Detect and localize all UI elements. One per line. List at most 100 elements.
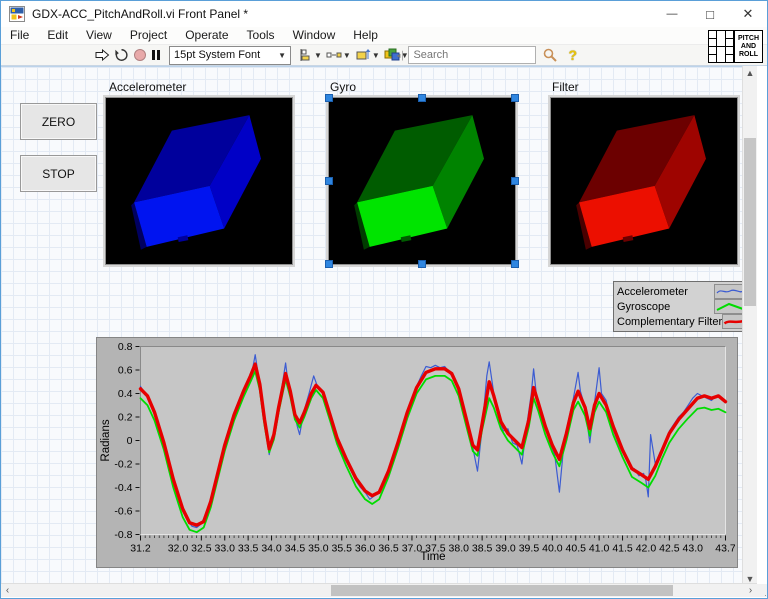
svg-text:0.2: 0.2 — [118, 412, 133, 424]
svg-text:0: 0 — [127, 435, 133, 447]
maximize-button[interactable]: □ — [691, 1, 729, 27]
svg-text:43.7: 43.7 — [715, 543, 735, 555]
selection-handle[interactable] — [418, 260, 426, 268]
gyro-box-label: Gyro — [330, 80, 357, 94]
svg-text:35.0: 35.0 — [308, 543, 329, 555]
selection-handle[interactable] — [325, 260, 333, 268]
minimize-button[interactable]: — — [653, 1, 691, 27]
menu-file[interactable]: File — [1, 27, 38, 44]
scroll-left-icon[interactable]: ‹ — [1, 584, 14, 597]
waveform-chart-plot: 31.2 32.0 32.5 33.0 33.5 34.0 34.5 35.0 35.5 36.0… — [100, 341, 736, 563]
menu-help[interactable]: Help — [344, 27, 387, 44]
svg-text:32.5: 32.5 — [191, 543, 212, 555]
svg-text:36.0: 36.0 — [355, 543, 376, 555]
horizontal-scrollbar-thumb[interactable] — [331, 585, 673, 596]
gyro-3d-picture[interactable] — [325, 94, 519, 268]
run-button[interactable] — [95, 46, 110, 64]
svg-text:40.5: 40.5 — [566, 543, 587, 555]
svg-text:Radians: Radians — [100, 419, 112, 461]
help-icon[interactable]: ? — [568, 47, 577, 63]
filter-3d-box — [576, 115, 706, 250]
selection-handle[interactable] — [325, 94, 333, 102]
accelerometer-box-label: Accelerometer — [109, 80, 187, 94]
svg-text:39.0: 39.0 — [495, 543, 516, 555]
legend-label: Gyroscope — [617, 300, 671, 313]
menu-view[interactable]: View — [77, 27, 121, 44]
search-input[interactable] — [408, 46, 537, 64]
distribute-objects-icon — [326, 52, 342, 58]
svg-text:Time: Time — [420, 551, 445, 563]
svg-text:-0.6: -0.6 — [114, 506, 132, 518]
selection-handle[interactable] — [511, 260, 519, 268]
scrollbar-corner — [757, 584, 767, 597]
selection-handle[interactable] — [418, 94, 426, 102]
accelerometer-3d-picture[interactable] — [105, 97, 293, 265]
resize-objects-button[interactable]: ▼ — [355, 46, 380, 64]
run-icon — [95, 49, 110, 61]
svg-text:-0.8: -0.8 — [114, 529, 132, 541]
menu-tools[interactable]: Tools — [238, 27, 284, 44]
filter-3d-picture[interactable] — [550, 97, 738, 265]
svg-text:0.8: 0.8 — [118, 341, 133, 353]
abort-icon — [134, 49, 146, 61]
selection-handle[interactable] — [511, 94, 519, 102]
chevron-down-icon: ▼ — [278, 50, 286, 60]
legend-label: Complementary Filter — [617, 315, 723, 328]
abort-button[interactable] — [133, 46, 147, 64]
labview-vi-icon — [9, 6, 25, 22]
menu-window[interactable]: Window — [284, 27, 345, 44]
font-selector[interactable]: 15pt System Font ▼ — [169, 45, 291, 65]
pause-icon — [152, 50, 160, 60]
window-title: GDX-ACC_PitchAndRoll.vi Front Panel * — [32, 7, 249, 21]
vertical-scrollbar[interactable]: ▲ ▼ — [742, 66, 757, 585]
menu-edit[interactable]: Edit — [38, 27, 77, 44]
chevron-down-icon: ▼ — [314, 50, 322, 60]
zero-button[interactable]: ZERO — [20, 103, 97, 140]
labview-front-panel-window: GDX-ACC_PitchAndRoll.vi Front Panel * — … — [0, 0, 768, 599]
title-bar: GDX-ACC_PitchAndRoll.vi Front Panel * — … — [1, 1, 767, 27]
svg-text:-0.2: -0.2 — [114, 459, 132, 471]
svg-text:36.5: 36.5 — [378, 543, 399, 555]
toolbar: 15pt System Font ▼ ▼ ▼ ▼ ▼ ◂│ ? — [1, 45, 767, 66]
scroll-up-icon[interactable]: ▲ — [743, 66, 757, 79]
gyro-3d-box — [354, 115, 484, 250]
svg-text:38.0: 38.0 — [449, 543, 470, 555]
stop-button[interactable]: STOP — [20, 155, 97, 192]
pause-button[interactable] — [151, 46, 161, 64]
resize-grip[interactable] — [765, 595, 766, 596]
search-icon[interactable] — [542, 47, 558, 63]
resize-objects-icon — [356, 49, 371, 60]
close-button[interactable]: ✕ — [729, 1, 767, 27]
vi-icon-block[interactable]: PITCH AND ROLL — [708, 30, 763, 63]
svg-text:37.0: 37.0 — [402, 543, 423, 555]
chevron-down-icon: ▼ — [342, 50, 351, 60]
svg-text:34.5: 34.5 — [285, 543, 306, 555]
run-continuous-icon — [115, 49, 128, 61]
waveform-chart: 31.2 32.0 32.5 33.0 33.5 34.0 34.5 35.0 35.5 36.0… — [96, 337, 738, 568]
svg-text:33.5: 33.5 — [238, 543, 259, 555]
svg-text:35.5: 35.5 — [332, 543, 353, 555]
vi-icon-label: PITCH AND ROLL — [734, 30, 763, 63]
svg-text:40.0: 40.0 — [542, 543, 563, 555]
menu-project[interactable]: Project — [121, 27, 176, 44]
svg-text:32.0: 32.0 — [168, 543, 189, 555]
selection-handle[interactable] — [325, 177, 333, 185]
distribute-objects-button[interactable]: ▼ — [326, 46, 351, 64]
legend-row-accelerometer: Accelerometer — [617, 284, 746, 299]
svg-text:0.4: 0.4 — [118, 388, 133, 400]
legend-label: Accelerometer — [617, 285, 688, 298]
menu-operate[interactable]: Operate — [176, 27, 237, 44]
chevron-down-icon: ▼ — [371, 50, 380, 60]
svg-text:34.0: 34.0 — [261, 543, 282, 555]
svg-text:43.0: 43.0 — [683, 543, 704, 555]
svg-text:41.5: 41.5 — [612, 543, 633, 555]
align-objects-button[interactable]: ▼ — [299, 46, 322, 64]
plot-legend: Accelerometer Gyroscope Complementary Fi… — [613, 281, 750, 332]
svg-text:39.5: 39.5 — [519, 543, 540, 555]
font-selector-value: 15pt System Font — [174, 49, 261, 61]
vertical-scrollbar-thumb[interactable] — [744, 138, 756, 306]
selection-handle[interactable] — [511, 177, 519, 185]
scroll-right-icon[interactable]: › — [744, 584, 757, 597]
horizontal-scrollbar[interactable]: ‹ › — [1, 583, 757, 597]
run-continuous-button[interactable] — [114, 46, 129, 64]
